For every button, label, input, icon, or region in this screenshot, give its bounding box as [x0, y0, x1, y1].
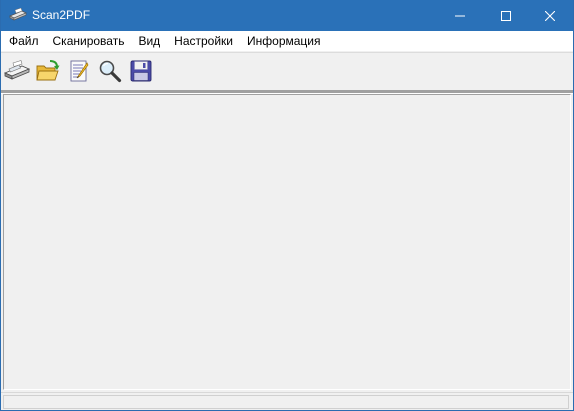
window-title: Scan2PDF: [32, 8, 91, 22]
floppy-disk-icon: [130, 60, 152, 82]
open-folder-icon: [36, 60, 60, 81]
title-bar[interactable]: Scan2PDF: [1, 0, 573, 31]
close-button[interactable]: [527, 0, 573, 31]
document-view-area[interactable]: [3, 94, 571, 390]
app-window: Scan2PDF Файл Сканировать Вид Настройки …: [0, 0, 574, 411]
menu-view[interactable]: Вид: [131, 31, 167, 51]
scanner-app-icon: [9, 7, 27, 22]
maximize-icon: [501, 10, 511, 21]
menu-bar: Файл Сканировать Вид Настройки Информаци…: [1, 31, 573, 51]
menu-scan[interactable]: Сканировать: [46, 31, 132, 51]
menu-info[interactable]: Информация: [240, 31, 327, 51]
menu-settings[interactable]: Настройки: [167, 31, 240, 51]
maximize-button[interactable]: [483, 0, 529, 31]
edit-button[interactable]: [66, 58, 92, 84]
open-button[interactable]: [35, 58, 61, 84]
close-icon: [545, 10, 555, 21]
minimize-icon: [455, 15, 465, 16]
scan-button[interactable]: [4, 58, 30, 84]
status-bar: [1, 392, 573, 410]
menu-file[interactable]: Файл: [1, 31, 46, 51]
toolbar: [1, 52, 573, 90]
save-button[interactable]: [128, 58, 154, 84]
zoom-button[interactable]: [97, 58, 123, 84]
status-panel: [3, 395, 569, 409]
minimize-button[interactable]: [437, 0, 483, 31]
magnifier-icon: [99, 60, 122, 83]
scanner-icon: [4, 60, 30, 80]
edit-document-icon: [70, 60, 89, 82]
